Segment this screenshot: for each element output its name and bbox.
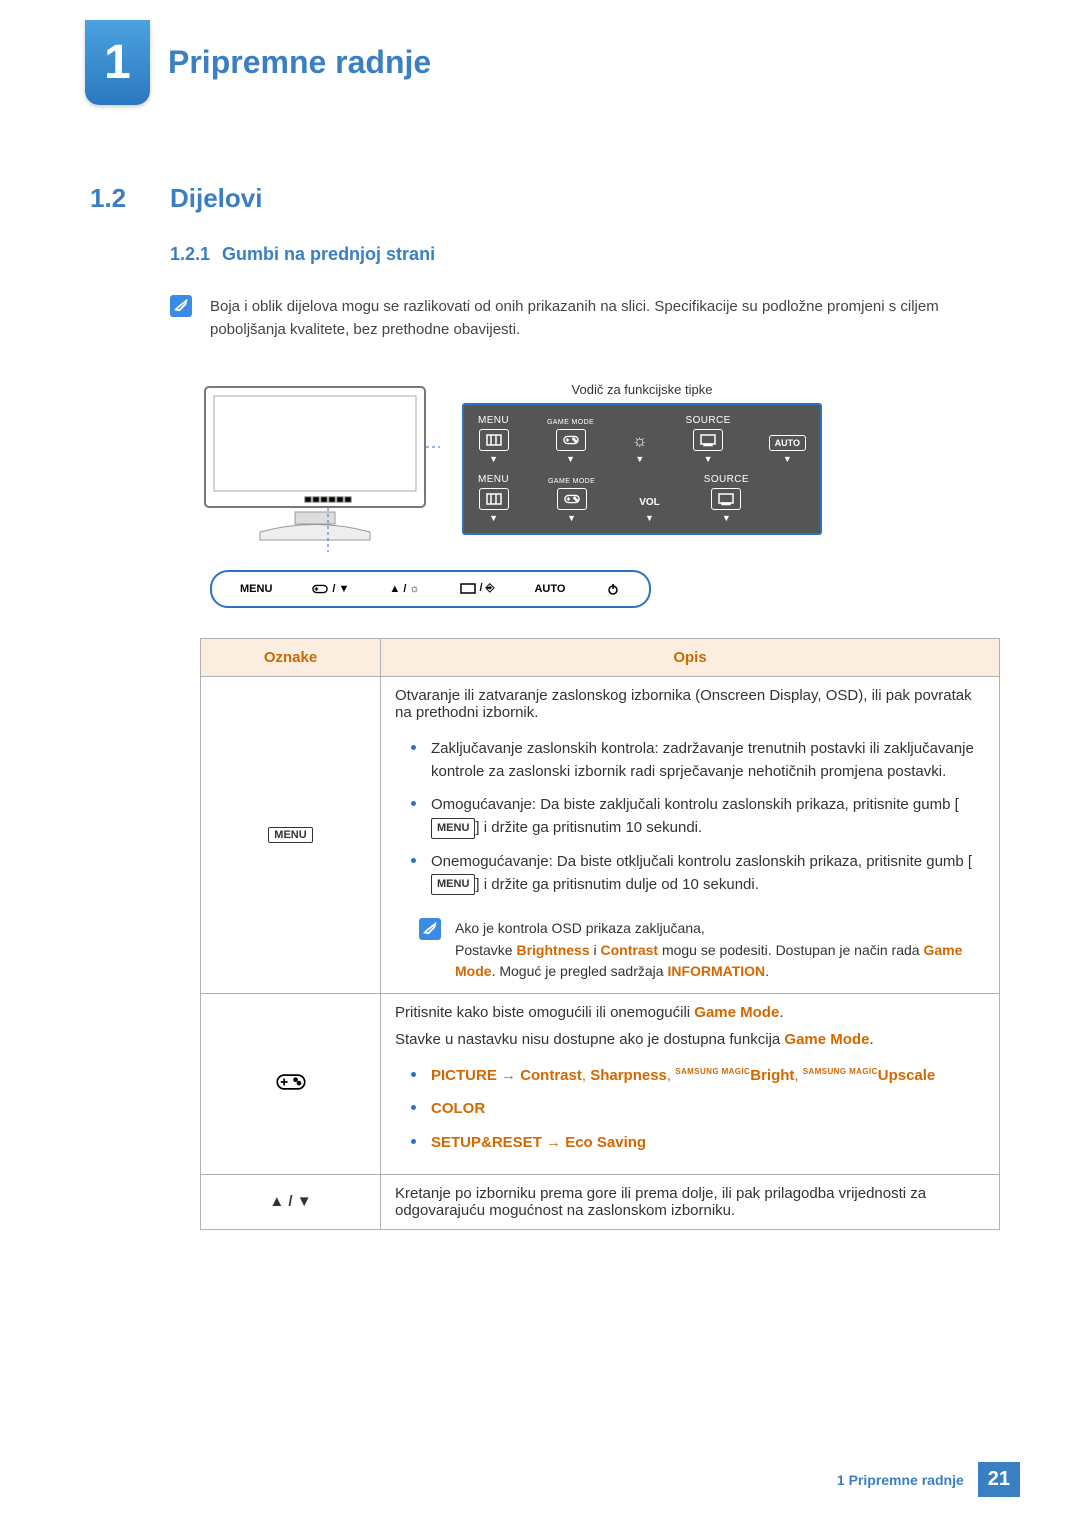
subsection-number: 1.2.1 bbox=[170, 244, 210, 265]
footer-chapter-label: 1 Pripremne radnje bbox=[837, 1472, 964, 1488]
row-arrows-p1: Kretanje po izborniku prema gore ili pre… bbox=[381, 1174, 1000, 1229]
power-icon bbox=[605, 582, 621, 596]
osd-panel: MENU ▼ GAME MODE bbox=[462, 403, 822, 535]
osd-source-label: SOURCE bbox=[686, 415, 731, 426]
legend-menu: MENU bbox=[240, 583, 272, 595]
function-key-guide-label: Vodič za funkcijske tipke bbox=[462, 382, 822, 397]
legend-strip: MENU / ▼ ▲ / ☼ / ⎆ AUTO bbox=[210, 570, 651, 608]
legend-auto: AUTO bbox=[534, 583, 565, 595]
osd-gamemode-label-2: GAME MODE bbox=[548, 478, 595, 485]
row-game-p2: Stavke u nastavku nisu dostupne ako je d… bbox=[395, 1031, 985, 1048]
row-menu-li1: Zaključavanje zaslonskih kontrola: zadrž… bbox=[411, 737, 985, 794]
osd-menu-icon-2 bbox=[479, 488, 509, 510]
legend-source-enter: / ⎆ bbox=[460, 582, 495, 596]
front-buttons-diagram: Vodič za funkcijske tipke MENU ▼ bbox=[90, 342, 990, 608]
table-header-description: Opis bbox=[381, 638, 1000, 676]
buttons-table: Oznake Opis MENU Otvaranje ili zatvaranj… bbox=[200, 638, 1000, 1230]
row-menu-li3: Onemogućavanje: Da biste otključali kont… bbox=[411, 850, 985, 907]
row-menu-note-line1: Ako je kontrola OSD prikaza zaključana, bbox=[455, 918, 985, 940]
osd-row-2: MENU ▼ GAME MODE bbox=[478, 474, 806, 523]
osd-auto-label: AUTO bbox=[769, 435, 806, 451]
chapter-title: Pripremne radnje bbox=[168, 44, 431, 81]
row-menu-note: Ako je kontrola OSD prikaza zaključana, … bbox=[395, 906, 985, 983]
osd-source-icon bbox=[693, 429, 723, 451]
osd-menu-icon bbox=[479, 429, 509, 451]
legend-up-brightness: ▲ / ☼ bbox=[389, 583, 419, 595]
table-row-arrows: ▲ / ▼ Kretanje po izborniku prema gore i… bbox=[201, 1174, 1000, 1229]
menu-inline-label: MENU bbox=[431, 818, 475, 839]
row-game-li3: SETUP&RESET → Eco Saving bbox=[411, 1131, 985, 1164]
row-menu-li2: Omogućavanje: Da biste zaključali kontro… bbox=[411, 793, 985, 850]
osd-source-icon-2 bbox=[711, 488, 741, 510]
table-header-labels: Oznake bbox=[201, 638, 381, 676]
table-row-gamemode: Pritisnite kako biste omogućili ili onem… bbox=[201, 994, 1000, 1175]
note-icon bbox=[170, 295, 192, 317]
source-icon bbox=[460, 582, 476, 596]
arrows-label: ▲ / ▼ bbox=[201, 1174, 381, 1229]
osd-gamemode-label: GAME MODE bbox=[547, 419, 594, 426]
osd-source-label-2: SOURCE bbox=[704, 474, 749, 485]
subsection-title: Gumbi na prednjoj strani bbox=[222, 244, 435, 265]
chapter-header: 1 Pripremne radnje bbox=[0, 0, 1080, 113]
row-menu-p1: Otvaranje ili zatvaranje zaslonskog izbo… bbox=[395, 687, 985, 721]
menu-inline-label: MENU bbox=[431, 874, 475, 895]
legend-gamepad-down: / ▼ bbox=[312, 582, 349, 596]
osd-vol-label: VOL bbox=[634, 495, 665, 510]
osd-gamemode-icon bbox=[556, 429, 586, 451]
osd-brightness-icon: ☼ bbox=[632, 431, 648, 451]
table-row-menu: MENU Otvaranje ili zatvaranje zaslonskog… bbox=[201, 676, 1000, 994]
section-number: 1.2 bbox=[90, 183, 150, 214]
row-game-li2: COLOR bbox=[411, 1097, 985, 1130]
note-box: Boja i oblik dijelova mogu se razlikovat… bbox=[90, 265, 990, 342]
legend-power bbox=[605, 582, 621, 596]
section-title: Dijelovi bbox=[170, 183, 262, 214]
gamepad-icon bbox=[312, 582, 328, 596]
note-text: Boja i oblik dijelova mogu se razlikovat… bbox=[210, 295, 990, 342]
page-footer: 1 Pripremne radnje 21 bbox=[837, 1462, 1020, 1497]
menu-button-label: MENU bbox=[268, 827, 312, 843]
gamepad-icon bbox=[275, 1071, 307, 1093]
row-menu-note-line2: Postavke Brightness i Contrast mogu se p… bbox=[455, 940, 985, 983]
osd-menu-label: MENU bbox=[478, 415, 509, 426]
footer-page-number: 21 bbox=[978, 1462, 1020, 1497]
note-icon bbox=[419, 918, 441, 940]
osd-menu-label-2: MENU bbox=[478, 474, 509, 485]
monitor-illustration bbox=[200, 382, 440, 552]
chapter-number-badge: 1 bbox=[85, 20, 150, 105]
osd-gamemode-icon-2 bbox=[557, 488, 587, 510]
row-game-li1: PICTURE → Contrast, Sharpness, SAMSUNG M… bbox=[411, 1064, 985, 1097]
row-game-p1: Pritisnite kako biste omogućili ili onem… bbox=[395, 1004, 985, 1021]
osd-row-1: MENU ▼ GAME MODE bbox=[478, 415, 806, 464]
